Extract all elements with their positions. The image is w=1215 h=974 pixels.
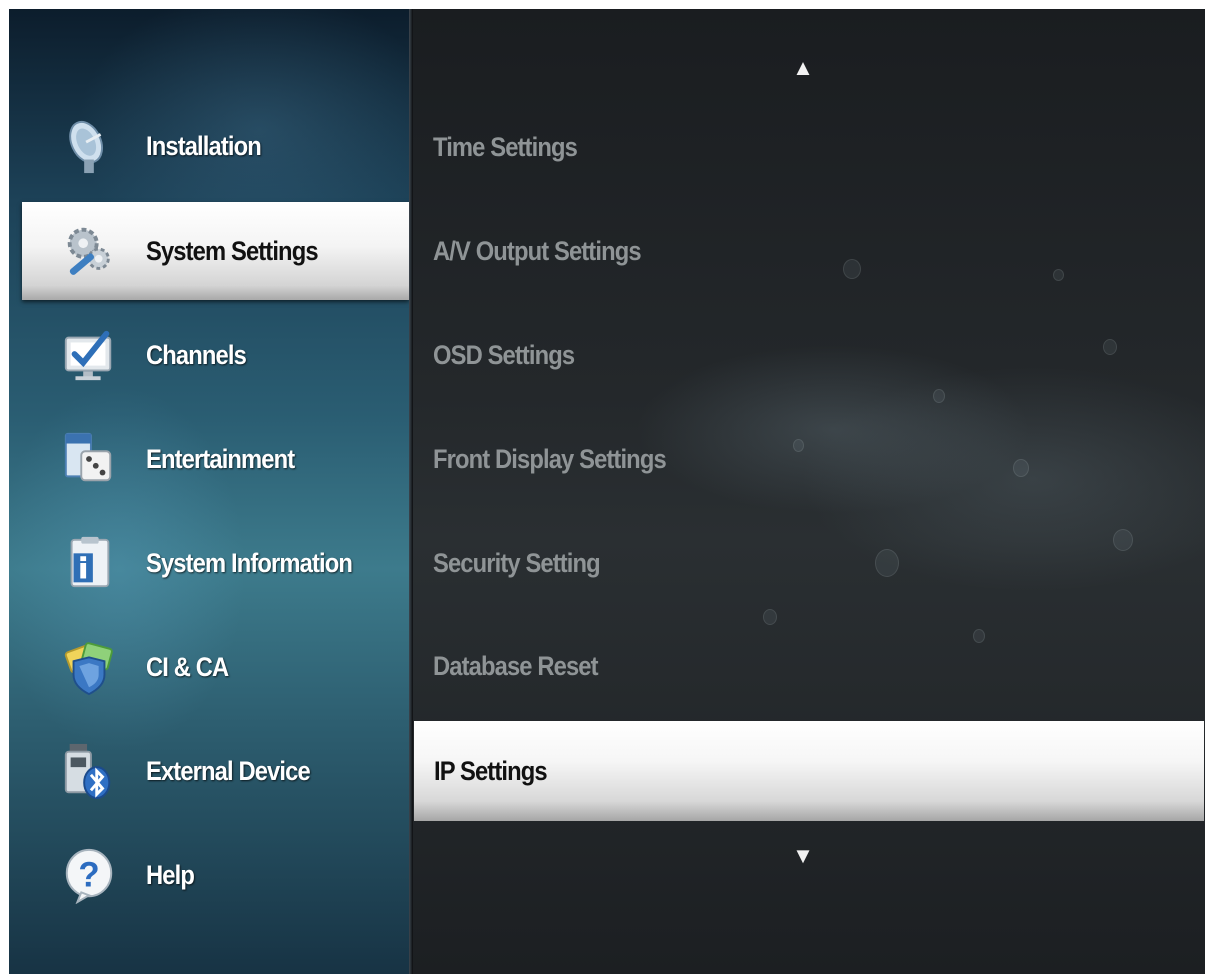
category-item-entertainment[interactable]: Entertainment	[22, 410, 409, 508]
setting-item-database-reset[interactable]: Database Reset	[413, 616, 1205, 716]
category-label: External Device	[146, 755, 311, 786]
scroll-down-arrow-icon[interactable]: ▼	[407, 845, 1199, 867]
setting-item-front-display-settings[interactable]: Front Display Settings	[413, 409, 1205, 509]
category-label: CI & CA	[146, 651, 229, 682]
setting-label: Front Display Settings	[433, 443, 667, 474]
setting-item-av-output-settings[interactable]: A/V Output Settings	[413, 201, 1205, 301]
category-item-system-information[interactable]: System Information	[22, 514, 409, 612]
question-bubble-icon: ?	[58, 844, 120, 906]
category-label: Help	[146, 859, 195, 890]
category-label: Channels	[146, 339, 247, 370]
setting-label: Security Setting	[433, 547, 601, 578]
category-label: Installation	[146, 130, 262, 161]
setting-label: Database Reset	[433, 650, 599, 681]
setting-item-security-setting[interactable]: Security Setting	[413, 513, 1205, 613]
setting-item-ip-settings[interactable]: IP Settings	[414, 721, 1204, 821]
monitor-checkmark-icon	[58, 324, 120, 386]
satellite-dish-icon	[58, 115, 120, 177]
category-item-help[interactable]: ? Help	[22, 826, 409, 924]
category-item-installation[interactable]: Installation	[22, 97, 409, 195]
category-item-channels[interactable]: Channels	[22, 306, 409, 404]
setting-label: IP Settings	[434, 755, 548, 786]
category-item-external-device[interactable]: External Device	[22, 722, 409, 820]
category-item-ci-ca[interactable]: CI & CA	[22, 618, 409, 716]
setting-item-osd-settings[interactable]: OSD Settings	[413, 305, 1205, 405]
shield-card-icon	[58, 636, 120, 698]
setting-label: A/V Output Settings	[433, 235, 642, 266]
settings-submenu: ▲ Time Settings A/V Output Settings OSD …	[413, 9, 1205, 974]
setting-label: Time Settings	[433, 131, 578, 162]
setting-item-time-settings[interactable]: Time Settings	[413, 97, 1205, 197]
svg-text:?: ?	[78, 856, 99, 895]
category-menu: Installation System Settings Channels En…	[9, 9, 409, 974]
usb-bluetooth-icon	[58, 740, 120, 802]
category-label: System Settings	[146, 235, 319, 266]
dice-calendar-icon	[58, 428, 120, 490]
category-label: Entertainment	[146, 443, 295, 474]
category-item-system-settings[interactable]: System Settings	[22, 202, 409, 300]
scroll-up-arrow-icon[interactable]: ▲	[407, 57, 1199, 79]
info-clipboard-icon	[58, 532, 120, 594]
tv-menu-screen: Installation System Settings Channels En…	[9, 9, 1205, 974]
category-label: System Information	[146, 547, 353, 578]
setting-label: OSD Settings	[433, 339, 575, 370]
gears-wrench-icon	[58, 220, 120, 282]
